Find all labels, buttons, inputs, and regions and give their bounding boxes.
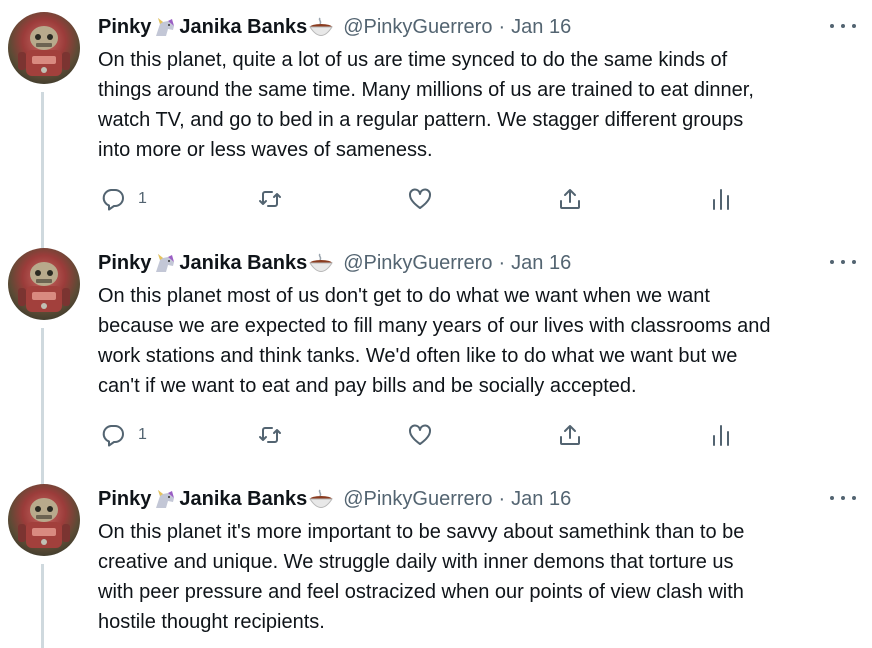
tweet-text-line: work stations and think tanks. We'd ofte… [98, 345, 738, 367]
tweet-text: On this planet most of us don't get to d… [98, 281, 858, 401]
tweet-text-line: watch TV, and go to bed in a regular pat… [98, 109, 744, 131]
views-icon [713, 189, 729, 210]
robot-avatar[interactable] [8, 248, 80, 320]
tweet-text-line: can't if we want to eat and pay bills an… [98, 375, 637, 397]
separator-dot: · [498, 251, 506, 274]
reply-icon [102, 189, 124, 211]
tweet-actions: 1 [98, 420, 738, 450]
tweet-text-line: hostile thought recipients. [98, 611, 325, 633]
thread-connector-line [41, 92, 44, 236]
bowl-emoji-icon [308, 16, 334, 38]
thread-connector-line [41, 236, 44, 248]
views-button[interactable] [708, 420, 734, 450]
display-name-rest[interactable]: Janika Banks [179, 488, 307, 511]
reply-count: 1 [138, 426, 147, 443]
more-icon[interactable] [830, 257, 856, 267]
heart-icon [409, 424, 431, 445]
heart-icon [409, 188, 431, 209]
retweet-button[interactable] [257, 184, 283, 214]
robot-avatar[interactable] [8, 12, 80, 84]
tweet-text-line: into more or less waves of sameness. [98, 139, 433, 161]
display-name[interactable]: Pinky [98, 16, 151, 39]
like-button[interactable] [407, 420, 433, 450]
tweet-date[interactable]: Jan 16 [511, 488, 571, 511]
tweet[interactable]: Pinky Janika Banks @PinkyGuerrero · Jan … [0, 472, 872, 648]
avatar-image [18, 26, 70, 76]
thread-connector-line [41, 564, 44, 648]
bowl-emoji-icon [308, 488, 334, 510]
tweet-text-line: creative and unique. We struggle daily w… [98, 551, 734, 573]
tweet-text-line: On this planet, quite a lot of us are ti… [98, 49, 728, 71]
tweet-date[interactable]: Jan 16 [511, 252, 571, 275]
share-icon [560, 425, 580, 445]
separator-dot: · [498, 15, 506, 38]
tweet-header: Pinky Janika Banks @PinkyGuerrero · Jan … [98, 486, 571, 512]
more-icon[interactable] [830, 21, 856, 31]
tweet-text-line: because we are expected to fill many yea… [98, 315, 771, 337]
more-icon[interactable] [830, 493, 856, 503]
unicorn-emoji-icon [152, 16, 178, 38]
share-icon [560, 189, 580, 209]
display-name[interactable]: Pinky [98, 252, 151, 275]
avatar-image [18, 498, 70, 548]
reply-button[interactable]: 1 [100, 184, 147, 214]
user-handle[interactable]: @PinkyGuerrero [343, 252, 492, 275]
reply-button[interactable]: 1 [100, 420, 147, 450]
user-handle[interactable]: @PinkyGuerrero [343, 16, 492, 39]
tweet-header: Pinky Janika Banks @PinkyGuerrero · Jan … [98, 14, 571, 40]
retweet-icon [259, 427, 281, 443]
user-handle[interactable]: @PinkyGuerrero [343, 488, 492, 511]
views-button[interactable] [708, 184, 734, 214]
tweet-text-line: On this planet most of us don't get to d… [98, 285, 710, 307]
tweet-text-line: with peer pressure and feel ostracized w… [98, 581, 744, 603]
bowl-emoji-icon [308, 252, 334, 274]
tweet[interactable]: Pinky Janika Banks @PinkyGuerrero · Jan … [0, 236, 872, 472]
reply-icon [102, 425, 124, 447]
display-name-rest[interactable]: Janika Banks [179, 252, 307, 275]
retweet-button[interactable] [257, 420, 283, 450]
tweet-text: On this planet, quite a lot of us are ti… [98, 45, 858, 165]
tweet[interactable]: Pinky Janika Banks @PinkyGuerrero · Jan … [0, 0, 872, 236]
like-button[interactable] [407, 184, 433, 214]
tweet-date[interactable]: Jan 16 [511, 16, 571, 39]
thread-connector-line [41, 472, 44, 484]
unicorn-emoji-icon [152, 488, 178, 510]
display-name-rest[interactable]: Janika Banks [179, 16, 307, 39]
tweet-header: Pinky Janika Banks @PinkyGuerrero · Jan … [98, 250, 571, 276]
unicorn-emoji-icon [152, 252, 178, 274]
share-button[interactable] [557, 420, 583, 450]
thread-connector-line [41, 328, 44, 472]
tweet-text: On this planet it's more important to be… [98, 517, 858, 637]
avatar-image [18, 262, 70, 312]
retweet-icon [259, 191, 281, 207]
share-button[interactable] [557, 184, 583, 214]
views-icon [713, 425, 729, 446]
robot-avatar[interactable] [8, 484, 80, 556]
tweet-text-line: On this planet it's more important to be… [98, 521, 745, 543]
reply-count: 1 [138, 190, 147, 207]
display-name[interactable]: Pinky [98, 488, 151, 511]
tweet-actions: 1 [98, 184, 738, 214]
tweet-text-line: things around the same time. Many millio… [98, 79, 754, 101]
separator-dot: · [498, 487, 506, 510]
tweet-thread: Pinky Janika Banks @PinkyGuerrero · Jan … [0, 0, 872, 648]
